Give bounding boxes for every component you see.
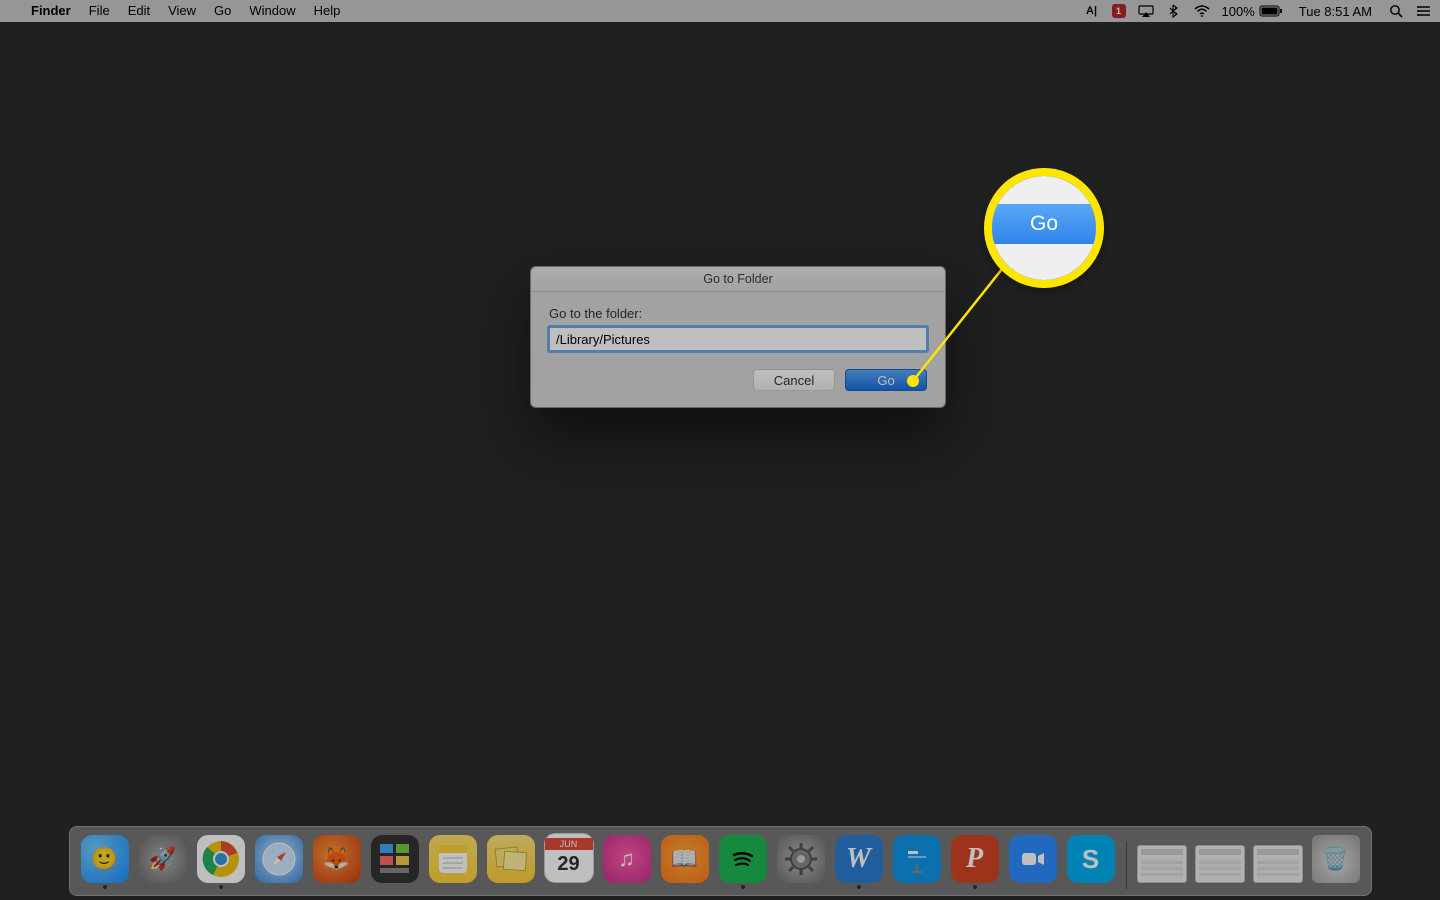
dock-mission-control[interactable] [370, 835, 420, 889]
dock-zoom[interactable] [1008, 835, 1058, 889]
menu-go[interactable]: Go [205, 0, 240, 22]
menu-view[interactable]: View [159, 0, 205, 22]
dock: 🙂 🚀 🦊 JUN29 ♫ 📖 W P [69, 826, 1372, 896]
callout-go-label: Go [992, 204, 1096, 244]
dock-trash[interactable]: 🗑️ [1311, 835, 1361, 889]
folder-path-input[interactable] [549, 327, 927, 351]
bluetooth-icon[interactable] [1166, 3, 1182, 19]
dock-safari[interactable] [254, 835, 304, 889]
dock-minimized-window-2[interactable] [1195, 845, 1245, 889]
app-menu[interactable]: Finder [22, 0, 80, 22]
dock-firefox[interactable]: 🦊 [312, 835, 362, 889]
callout-leader-line [0, 0, 1440, 900]
dock-ibooks[interactable]: 📖 [660, 835, 710, 889]
dock-minimized-window-1[interactable] [1137, 845, 1187, 889]
menu-edit[interactable]: Edit [119, 0, 159, 22]
menu-file[interactable]: File [80, 0, 119, 22]
dock-launchpad[interactable]: 🚀 [138, 835, 188, 889]
calendar-month: JUN [545, 838, 593, 850]
dock-finder[interactable]: 🙂 [80, 835, 130, 889]
dock-keynote[interactable] [892, 835, 942, 889]
menu-bar: Finder File Edit View Go Window Help A| … [0, 0, 1440, 22]
dock-minimized-window-3[interactable] [1253, 845, 1303, 889]
dock-separator [1126, 841, 1127, 889]
dialog-label: Go to the folder: [549, 306, 927, 321]
calendar-day: 29 [557, 850, 579, 878]
battery-percent: 100% [1222, 4, 1255, 19]
dim-overlay [0, 0, 1440, 900]
notification-center-icon[interactable] [1416, 3, 1432, 19]
battery-status[interactable]: 100% [1222, 4, 1283, 19]
menu-window[interactable]: Window [240, 0, 304, 22]
dock-system-preferences[interactable] [776, 835, 826, 889]
dock-chrome[interactable] [196, 835, 246, 889]
adobe-menu-icon[interactable]: A| [1084, 3, 1100, 19]
menu-help[interactable]: Help [305, 0, 350, 22]
spotlight-icon[interactable] [1388, 3, 1404, 19]
dock-calendar[interactable]: JUN29 [544, 833, 594, 889]
dialog-title: Go to Folder [531, 267, 945, 292]
airplay-icon[interactable] [1138, 3, 1154, 19]
dock-stickies[interactable] [486, 835, 536, 889]
dock-word[interactable]: W [834, 835, 884, 889]
callout-magnifier: Go [984, 168, 1104, 288]
creative-cloud-icon[interactable]: 1 [1112, 4, 1126, 18]
dock-itunes[interactable]: ♫ [602, 835, 652, 889]
dock-powerpoint[interactable]: P [950, 835, 1000, 889]
wifi-icon[interactable] [1194, 3, 1210, 19]
dock-notes[interactable] [428, 835, 478, 889]
dock-skype[interactable]: S [1066, 835, 1116, 889]
dock-spotify[interactable] [718, 835, 768, 889]
cancel-button[interactable]: Cancel [753, 369, 835, 391]
go-to-folder-dialog: Go to Folder Go to the folder: Cancel Go [530, 266, 946, 408]
go-button[interactable]: Go [845, 369, 927, 391]
clock[interactable]: Tue 8:51 AM [1295, 4, 1376, 19]
battery-icon [1259, 5, 1283, 17]
